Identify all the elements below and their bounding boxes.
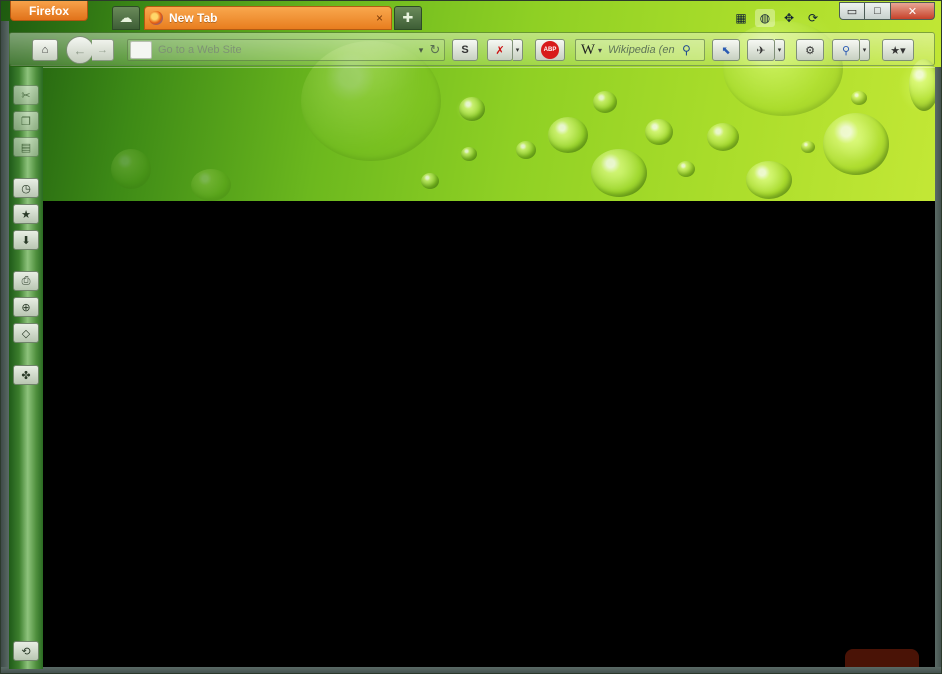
globe-icon[interactable]: ◍ <box>755 9 775 27</box>
new-tab-icon: ✚ <box>402 10 414 25</box>
window-controls: ▭ □ ✕ <box>839 2 935 20</box>
tab-groups-button[interactable]: ☁ <box>112 6 140 30</box>
star-icon: ★ <box>21 208 31 221</box>
script-block-icon: ✗ <box>495 44 505 57</box>
reload-icon[interactable]: ↻ <box>426 41 444 59</box>
toolbar-divider <box>9 67 935 68</box>
tab-new-tab[interactable]: New Tab × <box>144 6 392 30</box>
new-tab-button[interactable]: ✚ <box>394 6 422 30</box>
find-button[interactable]: ⚲ <box>832 39 860 61</box>
search-input[interactable] <box>606 43 683 57</box>
url-input[interactable] <box>152 43 416 57</box>
magnifier-icon: ⚲ <box>841 44 851 57</box>
tools-button[interactable]: ✈ <box>747 39 775 61</box>
back-forward-group: ← → <box>66 35 122 65</box>
forward-button[interactable]: → <box>92 39 114 61</box>
download-arrow-icon: ⬇ <box>21 234 31 247</box>
persona-background <box>1 1 941 201</box>
forward-arrow-icon: → <box>97 44 108 56</box>
firefox-menu-button[interactable]: Firefox <box>10 1 88 21</box>
adblock-button[interactable]: ABP <box>535 39 565 61</box>
home-button[interactable]: ⌂ <box>32 39 58 61</box>
url-history-dropdown-icon[interactable]: ▾ <box>416 45 426 56</box>
status-indicator <box>845 649 919 667</box>
star-bookmark-icon: ★▾ <box>890 44 906 57</box>
addons-button[interactable]: ✤ <box>13 365 39 385</box>
scissors-icon: ✂ <box>21 89 31 102</box>
apps-grid-icon[interactable]: ▦ <box>731 9 751 27</box>
minimize-button[interactable]: ▭ <box>839 2 865 20</box>
maximize-button[interactable]: □ <box>865 2 891 20</box>
puzzle-icon: ✤ <box>21 369 31 382</box>
window-frame-bottom <box>1 667 941 673</box>
zoom-page-icon: ⊕ <box>21 301 31 314</box>
paste-button[interactable]: ▤ <box>13 137 39 157</box>
source-code-icon: ◇ <box>21 327 31 340</box>
copy-icon: ❐ <box>21 115 31 128</box>
history-button[interactable]: ◷ <box>13 178 39 198</box>
window-frame-left <box>1 21 9 673</box>
close-window-button[interactable]: ✕ <box>891 2 935 20</box>
bookmarks-menu-button[interactable]: ★▾ <box>882 39 914 61</box>
back-button[interactable]: ← <box>66 36 94 64</box>
url-bar[interactable]: ▾ ↻ <box>127 39 445 61</box>
sync-sidebar-button[interactable]: ⟲ <box>13 641 39 661</box>
tab-close-icon[interactable]: × <box>376 11 383 25</box>
paste-icon: ▤ <box>20 141 32 154</box>
navigation-toolbar: ⌂ ← → ▾ ↻ S ✗ ▾ ABP W ▾ <box>9 32 935 66</box>
search-engine-dropdown-icon[interactable]: ▾ <box>598 46 602 55</box>
sidebar-toolbar: ✂ ❐ ▤ ◷ ★ ⬇ ⎙ ⊕ ◇ ✤ ⟲ <box>9 67 43 669</box>
firefox-favicon-icon <box>149 11 163 25</box>
tab-groups-icon: ☁ <box>119 10 133 25</box>
tab-label: New Tab <box>169 11 218 25</box>
printer-icon: ⎙ <box>21 274 31 287</box>
s-addon-icon: S <box>461 44 469 56</box>
page-source-button[interactable]: ◇ <box>13 323 39 343</box>
find-dropdown[interactable]: ▾ <box>860 39 870 61</box>
top-right-tools: ▦ ◍ ✥ ⟳ <box>731 9 823 27</box>
tools-icon: ✈ <box>756 44 766 57</box>
s-addon-button[interactable]: S <box>452 39 478 61</box>
search-bar[interactable]: W ▾ ⚲ <box>575 39 705 61</box>
cut-button[interactable]: ✂ <box>13 85 39 105</box>
noscript-dropdown[interactable]: ▾ <box>513 39 523 61</box>
downloads-button[interactable]: ⬇ <box>13 230 39 250</box>
back-arrow-icon: ← <box>73 42 87 58</box>
screenshot-button[interactable]: ⬉ <box>712 39 740 61</box>
refresh-icon: ⟲ <box>21 645 31 658</box>
cursor-select-icon: ⬉ <box>721 44 731 57</box>
print-button[interactable]: ⎙ <box>13 271 39 291</box>
noscript-button[interactable]: ✗ <box>487 39 513 61</box>
adblock-plus-icon: ABP <box>541 41 559 59</box>
print-preview-button[interactable]: ⊕ <box>13 297 39 317</box>
copy-button[interactable]: ❐ <box>13 111 39 131</box>
move-icon[interactable]: ✥ <box>779 9 799 27</box>
site-identity-icon[interactable] <box>130 41 152 59</box>
window-frame-right <box>935 67 941 673</box>
clock-icon: ◷ <box>21 182 31 195</box>
home-icon: ⌂ <box>41 44 49 56</box>
gear-icon: ⚙ <box>805 44 815 57</box>
browser-window: Firefox ☁ New Tab × ✚ ▦ ◍ ✥ ⟳ ▭ □ ✕ ⌂ ← … <box>0 0 942 674</box>
page-content-area[interactable] <box>43 201 935 667</box>
bookmarks-sidebar-button[interactable]: ★ <box>13 204 39 224</box>
sync-icon[interactable]: ⟳ <box>803 9 823 27</box>
search-go-icon[interactable]: ⚲ <box>682 43 696 57</box>
wikipedia-engine-icon[interactable]: W <box>578 42 598 59</box>
settings-button[interactable]: ⚙ <box>796 39 824 61</box>
tools-dropdown[interactable]: ▾ <box>775 39 785 61</box>
